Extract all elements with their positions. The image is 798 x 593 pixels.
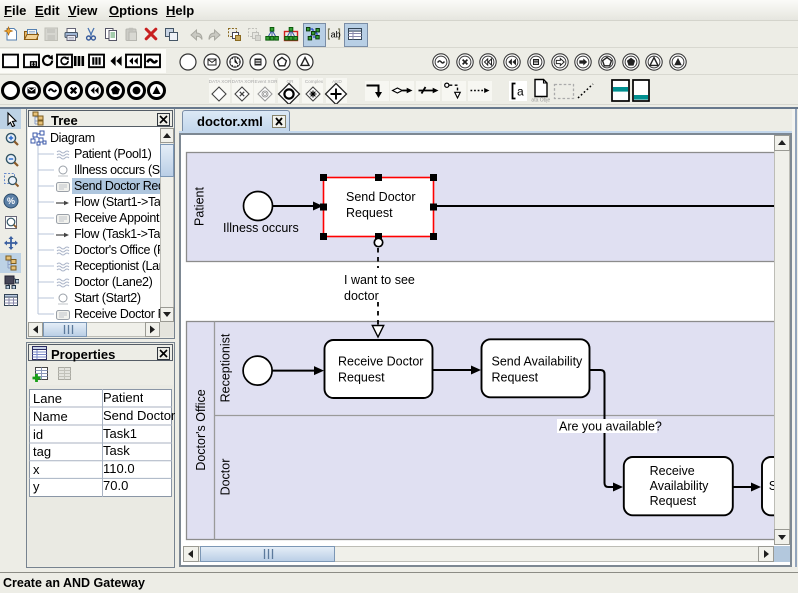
svg-text:Illness occurs: Illness occurs — [223, 221, 299, 235]
svg-text:Send Availability: Send Availability — [492, 355, 584, 369]
svg-text:%: % — [7, 196, 15, 206]
svg-text:Complex: Complex — [305, 79, 324, 84]
svg-text:Patient: Patient — [192, 187, 206, 226]
svg-text:Doctor: Doctor — [219, 459, 233, 496]
svg-text:Event XOR: Event XOR — [254, 79, 276, 84]
svg-text:Receptionist: Receptionist — [219, 333, 233, 402]
svg-text:Request: Request — [338, 371, 385, 385]
svg-text:Receive Doctor: Receive Doctor — [338, 355, 423, 369]
svg-text:Request: Request — [650, 494, 697, 508]
svg-text:a: a — [517, 85, 524, 99]
svg-text:Request: Request — [346, 206, 393, 220]
svg-text:Are you available?: Are you available? — [559, 420, 662, 434]
svg-text:DATA XOR: DATA XOR — [209, 79, 231, 84]
svg-text:Availability: Availability — [650, 479, 710, 493]
svg-text:Send Doctor: Send Doctor — [346, 190, 415, 204]
svg-text:Doctor's Office: Doctor's Office — [194, 389, 208, 470]
svg-text:I want to see: I want to see — [344, 273, 415, 287]
svg-text:ab: ab — [330, 30, 340, 40]
svg-text:Receive: Receive — [650, 464, 695, 478]
svg-text:DATA XOR: DATA XOR — [232, 79, 254, 84]
svg-text:AND: AND — [332, 79, 342, 84]
svg-text:OR: OR — [286, 79, 294, 84]
svg-text:Data Object: Data Object — [531, 98, 550, 104]
svg-text:Request: Request — [492, 371, 539, 385]
svg-text:doctor: doctor — [344, 289, 379, 303]
